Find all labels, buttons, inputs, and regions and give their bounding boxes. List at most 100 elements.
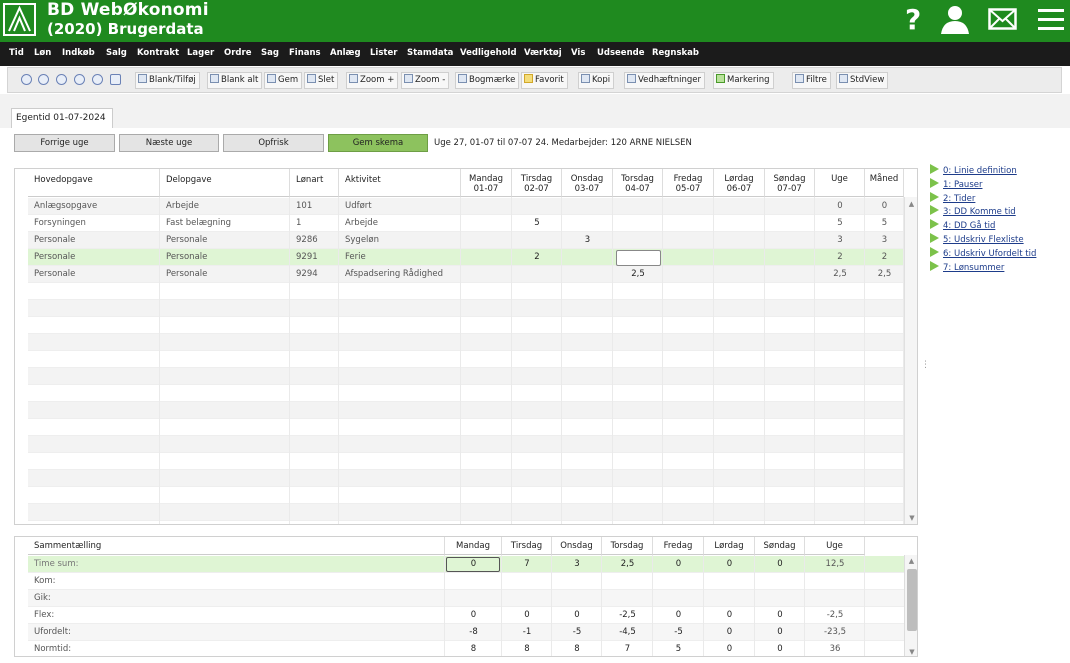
table-cell[interactable]: 3 bbox=[562, 232, 613, 249]
grid-col-header[interactable]: Tirsdag 02-07 bbox=[512, 169, 562, 197]
table-cell[interactable]: Sygeløn bbox=[345, 232, 461, 249]
tab-egentid[interactable]: Egentid 01-07-2024 bbox=[11, 108, 113, 128]
gem-button[interactable]: Gem bbox=[264, 72, 303, 89]
table-cell[interactable]: 2,5 bbox=[815, 266, 865, 283]
table-cell[interactable] bbox=[663, 232, 714, 249]
prev-week-button[interactable]: Forrige uge bbox=[14, 134, 115, 152]
grid-col-header[interactable]: Søndag 07-07 bbox=[765, 169, 815, 197]
table-cell[interactable]: 3 bbox=[865, 232, 904, 249]
function-link-item[interactable]: 2: Tider bbox=[930, 191, 975, 205]
scroll-up-icon[interactable]: ▲ bbox=[905, 557, 917, 565]
grid-col-header[interactable]: Mandag 01-07 bbox=[461, 169, 512, 197]
current-record-icon[interactable] bbox=[56, 74, 67, 85]
menu-item-indkob[interactable]: Indkøb bbox=[62, 48, 95, 58]
menu-item-anlaeg[interactable]: Anlæg bbox=[330, 48, 361, 58]
menu-item-regnskab[interactable]: Regnskab bbox=[652, 48, 699, 58]
table-cell[interactable]: Personale bbox=[34, 266, 160, 283]
table-cell[interactable]: 2 bbox=[865, 249, 904, 266]
table-cell[interactable] bbox=[613, 198, 663, 215]
table-cell[interactable]: 2,5 bbox=[613, 266, 663, 283]
grid-scrollbar[interactable]: ▲ ▼ bbox=[904, 197, 917, 524]
table-cell[interactable] bbox=[562, 215, 613, 232]
table-cell[interactable] bbox=[461, 232, 512, 249]
last-record-icon[interactable] bbox=[92, 74, 103, 85]
table-cell[interactable]: 1 bbox=[296, 215, 339, 232]
menu-item-lon[interactable]: Løn bbox=[34, 48, 51, 58]
table-cell[interactable] bbox=[562, 249, 613, 266]
function-link-item[interactable]: 6: Udskriv Ufordelt tid bbox=[930, 246, 1036, 260]
table-cell[interactable] bbox=[461, 198, 512, 215]
slet-button[interactable]: Slet bbox=[304, 72, 339, 89]
menu-item-vaerktoj[interactable]: Værktøj bbox=[524, 48, 562, 58]
function-link[interactable]: 0: Linie definition bbox=[943, 166, 1017, 176]
function-link[interactable]: 2: Tider bbox=[943, 194, 975, 204]
menu-item-ordre[interactable]: Ordre bbox=[224, 48, 251, 58]
table-cell[interactable] bbox=[461, 215, 512, 232]
cell-editor-input[interactable] bbox=[616, 250, 661, 266]
table-cell[interactable]: 2 bbox=[815, 249, 865, 266]
menu-item-vedligehold[interactable]: Vedligehold bbox=[460, 48, 517, 58]
vedhaeftninger-button[interactable]: Vedhæftninger bbox=[624, 72, 705, 89]
summary-editor-input[interactable] bbox=[446, 557, 500, 572]
table-cell[interactable]: 9286 bbox=[296, 232, 339, 249]
function-link-item[interactable]: 3: DD Komme tid bbox=[930, 205, 1016, 218]
grid-col-header[interactable]: Lørdag 06-07 bbox=[714, 169, 765, 197]
table-cell[interactable]: 0 bbox=[865, 198, 904, 215]
table-cell[interactable]: 2,5 bbox=[865, 266, 904, 283]
grid-col-header[interactable]: Onsdag 03-07 bbox=[562, 169, 613, 197]
zoom-out-button[interactable]: Zoom - bbox=[401, 72, 450, 89]
table-cell[interactable] bbox=[714, 249, 765, 266]
refresh-button[interactable]: Opfrisk bbox=[223, 134, 324, 152]
blank-alt-button[interactable]: Blank alt bbox=[207, 72, 263, 89]
table-cell[interactable]: 0 bbox=[815, 198, 865, 215]
menu-item-lager[interactable]: Lager bbox=[187, 48, 214, 58]
table-cell[interactable]: Arbejde bbox=[345, 215, 461, 232]
menu-item-finans[interactable]: Finans bbox=[289, 48, 321, 58]
stdview-button[interactable]: StdView bbox=[836, 72, 889, 89]
table-cell[interactable] bbox=[714, 266, 765, 283]
menu-item-kontrakt[interactable]: Kontrakt bbox=[137, 48, 179, 58]
grid-col-header[interactable]: Måned bbox=[865, 169, 904, 197]
table-cell[interactable]: Ferie bbox=[345, 249, 461, 266]
table-cell[interactable]: 5 bbox=[815, 215, 865, 232]
markering-button[interactable]: Markering bbox=[713, 72, 774, 89]
help-icon[interactable]: ? bbox=[905, 3, 921, 36]
menu-item-vis[interactable]: Vis bbox=[571, 48, 585, 58]
table-cell[interactable]: 9291 bbox=[296, 249, 339, 266]
table-cell[interactable] bbox=[613, 215, 663, 232]
next-week-button[interactable]: Næste uge bbox=[119, 134, 219, 152]
table-cell[interactable] bbox=[461, 266, 512, 283]
menu-item-tid[interactable]: Tid bbox=[9, 48, 24, 58]
table-cell[interactable]: Afspadsering Rådighed bbox=[345, 266, 461, 283]
function-link-item[interactable]: 7: Lønsummer bbox=[930, 260, 1004, 274]
blank-tilfoj-button[interactable]: Blank/Tilføj bbox=[135, 72, 200, 89]
table-cell[interactable] bbox=[765, 198, 815, 215]
table-cell[interactable] bbox=[714, 215, 765, 232]
table-cell[interactable]: Anlægsopgave bbox=[34, 198, 160, 215]
menu-item-salg[interactable]: Salg bbox=[106, 48, 127, 58]
table-cell[interactable]: Forsyningen bbox=[34, 215, 160, 232]
function-link[interactable]: 6: Udskriv Ufordelt tid bbox=[943, 249, 1036, 259]
next-record-icon[interactable] bbox=[74, 74, 85, 85]
table-cell[interactable]: Personale bbox=[166, 266, 290, 283]
grid-col-header[interactable]: Fredag 05-07 bbox=[663, 169, 714, 197]
grid-col-header[interactable]: Aktivitet bbox=[339, 169, 461, 197]
menu-item-lister[interactable]: Lister bbox=[370, 48, 397, 58]
scroll-down-icon[interactable]: ▼ bbox=[905, 648, 917, 656]
table-cell[interactable] bbox=[714, 232, 765, 249]
first-record-icon[interactable] bbox=[21, 74, 32, 85]
menu-item-stamdata[interactable]: Stamdata bbox=[407, 48, 453, 58]
table-cell[interactable] bbox=[663, 266, 714, 283]
save-schedule-button[interactable]: Gem skema bbox=[328, 134, 428, 152]
menu-item-sag[interactable]: Sag bbox=[261, 48, 279, 58]
search-record-icon[interactable] bbox=[110, 74, 121, 85]
table-cell[interactable]: Personale bbox=[166, 249, 290, 266]
favorit-button[interactable]: Favorit bbox=[521, 72, 568, 89]
grid-col-header[interactable]: Lønart bbox=[290, 169, 339, 197]
table-cell[interactable]: Personale bbox=[34, 249, 160, 266]
kopi-button[interactable]: Kopi bbox=[578, 72, 615, 89]
function-link[interactable]: 4: DD Gå tid bbox=[943, 221, 995, 231]
function-link[interactable]: 3: DD Komme tid bbox=[943, 207, 1016, 217]
grid-col-header[interactable]: Uge bbox=[815, 169, 865, 197]
table-cell[interactable] bbox=[663, 198, 714, 215]
